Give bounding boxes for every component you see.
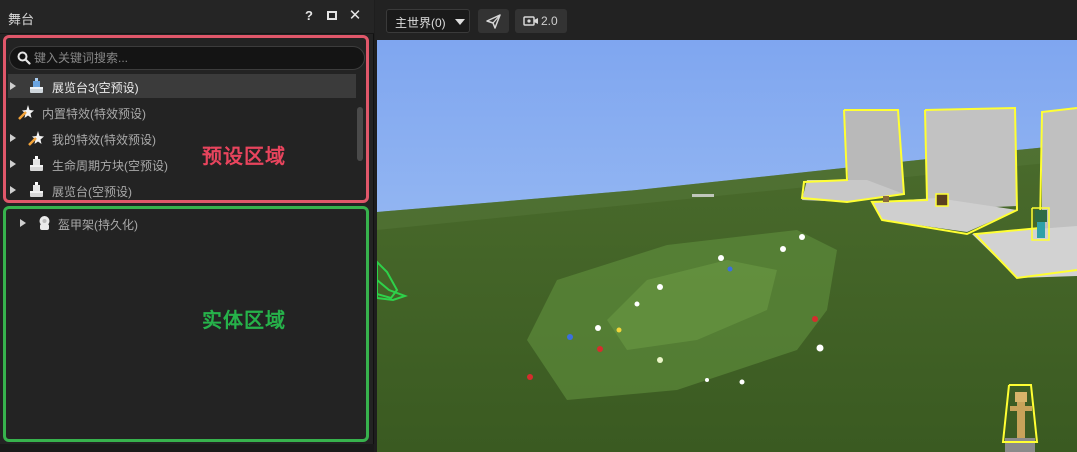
entity-area-outline bbox=[3, 206, 369, 442]
preset-scrollbar-thumb[interactable] bbox=[357, 107, 363, 161]
stage-panel: 舞台 ? ✕ 展览台3(空预设) bbox=[0, 0, 374, 452]
search-input[interactable] bbox=[34, 49, 354, 67]
panel-header: 舞台 ? ✕ bbox=[0, 0, 374, 34]
tree-item-label: 生命周期方块(空预设) bbox=[52, 159, 168, 173]
help-button[interactable]: ? bbox=[301, 8, 317, 24]
expand-arrow-icon[interactable] bbox=[10, 160, 16, 168]
world-select-value: 主世界(0) bbox=[395, 16, 446, 30]
expand-arrow-icon[interactable] bbox=[10, 186, 16, 194]
preset-area-annotation: 预设区域 bbox=[202, 144, 286, 168]
tree-item-preset[interactable]: 我的特效(特效预设) bbox=[8, 126, 356, 150]
star-effect-icon bbox=[18, 105, 34, 120]
tree-item-preset[interactable]: 展览台(空预设) bbox=[8, 178, 356, 202]
tree-item-label: 盔甲架(持久化) bbox=[58, 218, 138, 232]
paper-plane-icon bbox=[486, 14, 501, 29]
tree-item-label: 内置特效(特效预设) bbox=[42, 107, 146, 121]
panel-title: 舞台 bbox=[8, 12, 35, 27]
display-stand-icon bbox=[30, 156, 43, 171]
entity-area-annotation: 实体区域 bbox=[202, 308, 286, 332]
tree-item-label: 展览台(空预设) bbox=[52, 185, 132, 199]
star-effect-icon bbox=[28, 131, 44, 146]
scene-render bbox=[377, 106, 1077, 452]
scene-viewport[interactable] bbox=[377, 40, 1077, 452]
tree-item-label: 展览台3(空预设) bbox=[52, 81, 139, 95]
maximize-button[interactable] bbox=[324, 8, 340, 24]
close-button[interactable]: ✕ bbox=[347, 8, 363, 24]
world-select-dropdown[interactable]: 主世界(0) bbox=[386, 9, 470, 33]
viewport-toolbar: 主世界(0) 2.0 bbox=[375, 0, 1077, 40]
caret-down-icon bbox=[455, 19, 465, 25]
camera-speed-value: 2.0 bbox=[541, 14, 558, 28]
search-icon bbox=[17, 51, 31, 65]
tree-item-preset[interactable]: 生命周期方块(空预设) bbox=[8, 152, 356, 176]
tree-item-preset[interactable]: 展览台3(空预设) bbox=[8, 74, 356, 98]
tree-item-entity[interactable]: 盔甲架(持久化) bbox=[18, 211, 348, 235]
tree-item-preset[interactable]: 内置特效(特效预设) bbox=[8, 100, 356, 124]
display-stand-icon bbox=[30, 78, 43, 93]
camera-icon bbox=[523, 16, 538, 26]
tree-item-label: 我的特效(特效预设) bbox=[52, 133, 156, 147]
send-button[interactable] bbox=[478, 9, 509, 33]
armor-stand-icon bbox=[39, 216, 50, 230]
expand-arrow-icon[interactable] bbox=[10, 134, 16, 142]
expand-arrow-icon[interactable] bbox=[10, 82, 16, 90]
search-box[interactable] bbox=[9, 46, 365, 70]
maximize-icon bbox=[327, 11, 337, 20]
expand-arrow-icon[interactable] bbox=[20, 219, 26, 227]
camera-speed-button[interactable]: 2.0 bbox=[515, 9, 567, 33]
panel-bottom-bar bbox=[0, 444, 374, 452]
display-stand-icon bbox=[30, 182, 43, 197]
